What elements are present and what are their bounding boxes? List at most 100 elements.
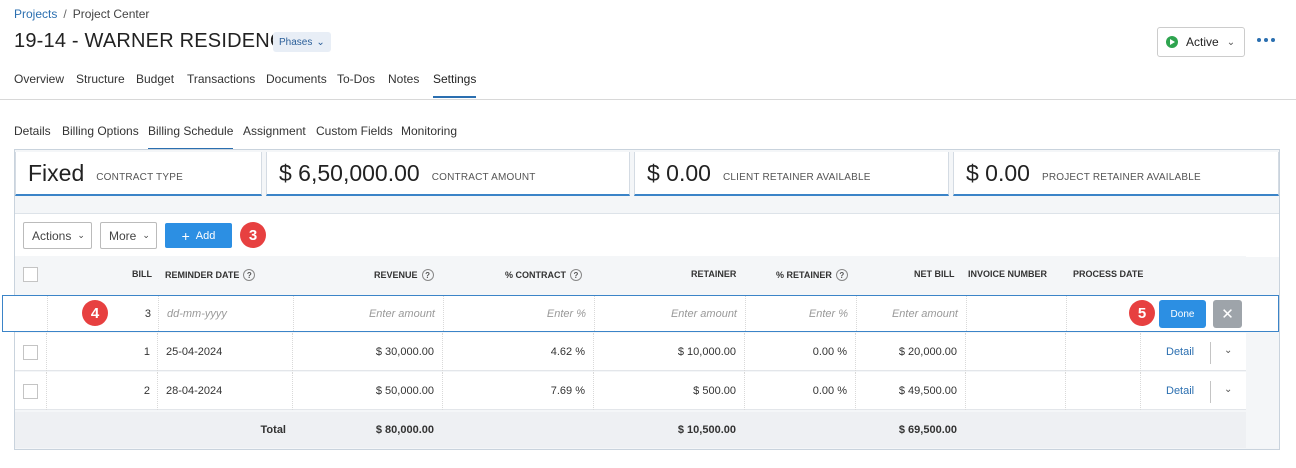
tab-billing-schedule[interactable]: Billing Schedule	[148, 124, 234, 150]
step-badge-row: 4	[82, 300, 108, 326]
pct-retainer-input[interactable]: Enter %	[751, 296, 848, 331]
pct-retainer: 0.00 %	[812, 346, 847, 358]
chevron-down-icon: ⌄	[77, 230, 85, 240]
net-bill-input[interactable]: Enter amount	[862, 296, 958, 331]
edit-bill-number: 3	[144, 307, 151, 320]
bill-number: 2	[143, 385, 150, 397]
retainer: $ 10,000.00	[677, 346, 736, 358]
chevron-down-icon: ⌄	[1226, 36, 1236, 48]
total-retainer: $ 10,500.00	[677, 424, 736, 436]
project-retainer-label: PROJECT RETAINER AVAILABLE	[1041, 171, 1201, 183]
new-bill-edit-row: 3 dd-mm-yyyy Enter amount Enter % Enter …	[2, 295, 1279, 332]
pct-contract: 7.69 %	[550, 385, 585, 397]
total-revenue: $ 80,000.00	[375, 424, 434, 436]
tab-transactions[interactable]: Transactions	[187, 72, 255, 96]
contract-type-value: Fixed	[28, 159, 85, 186]
detail-link[interactable]: Detail	[1166, 333, 1194, 371]
revenue-input[interactable]: Enter amount	[299, 296, 435, 331]
more-options-icon[interactable]	[1257, 38, 1275, 42]
total-label: Total	[260, 424, 286, 436]
done-button[interactable]: Done	[1159, 300, 1206, 328]
col-revenue: REVENUE?	[374, 269, 434, 281]
step-badge-add: 3	[240, 222, 266, 248]
main-tabs: Overview Structure Budget Transactions D…	[0, 64, 1296, 100]
more-label: More	[109, 228, 137, 243]
col-net-bill: NET BILL	[914, 269, 955, 279]
contract-type-label: CONTRACT TYPE	[96, 171, 183, 183]
pct-retainer: 0.00 %	[812, 385, 847, 397]
reminder-date-input[interactable]: dd-mm-yyyy	[167, 296, 287, 331]
tab-budget[interactable]: Budget	[136, 72, 174, 96]
retainer: $ 500.00	[693, 385, 736, 397]
help-icon[interactable]: ?	[570, 269, 582, 281]
more-dropdown[interactable]: More ⌄	[100, 222, 157, 249]
contract-type-card: Fixed CONTRACT TYPE	[15, 152, 262, 196]
totals-row: Total $ 80,000.00 $ 10,500.00 $ 69,500.0…	[15, 412, 1246, 448]
detail-link[interactable]: Detail	[1166, 372, 1194, 410]
tab-custom-fields[interactable]: Custom Fields	[316, 124, 393, 148]
col-retainer: RETAINER	[691, 269, 737, 279]
project-retainer-card: $ 0.00 PROJECT RETAINER AVAILABLE	[953, 152, 1279, 196]
tab-to-dos[interactable]: To-Dos	[337, 72, 375, 96]
pct-contract-input[interactable]: Enter %	[449, 296, 586, 331]
tab-structure[interactable]: Structure	[76, 72, 125, 96]
help-icon[interactable]: ?	[243, 269, 256, 281]
breadcrumb-current: Project Center	[72, 7, 150, 21]
status-dropdown[interactable]: Active ⌄	[1157, 27, 1245, 57]
settings-sub-tabs: Details Billing Options Billing Schedule…	[0, 116, 1296, 150]
contract-amount-value: $ 6,50,000.00	[279, 159, 420, 186]
breadcrumb-projects-link[interactable]: Projects	[14, 7, 57, 21]
col-pct-contract: % CONTRACT?	[505, 269, 582, 281]
select-all-checkbox[interactable]	[23, 267, 38, 282]
breadcrumb: Projects / Project Center	[14, 7, 149, 21]
add-label: Add	[195, 229, 216, 242]
tab-documents[interactable]: Documents	[266, 72, 327, 96]
tab-notes[interactable]: Notes	[388, 72, 419, 96]
tab-overview[interactable]: Overview	[14, 72, 64, 96]
client-retainer-value: $ 0.00	[647, 159, 711, 186]
help-icon[interactable]: ?	[835, 269, 848, 281]
revenue: $ 30,000.00	[375, 346, 434, 358]
project-retainer-value: $ 0.00	[966, 159, 1030, 186]
add-button[interactable]: + Add	[165, 223, 232, 248]
revenue: $ 50,000.00	[375, 385, 434, 397]
table-row: 1 25-04-2024 $ 30,000.00 4.62 % $ 10,000…	[15, 333, 1246, 371]
chevron-down-icon: ⌄	[142, 230, 150, 240]
table-toolbar: Actions ⌄ More ⌄ + Add	[15, 213, 1279, 257]
play-icon	[1166, 36, 1178, 48]
status-label: Active	[1186, 35, 1219, 49]
chevron-down-icon[interactable]: ⌄	[1224, 345, 1232, 356]
pct-contract: 4.62 %	[550, 346, 585, 358]
retainer-input[interactable]: Enter amount	[600, 296, 737, 331]
contract-amount-card: $ 6,50,000.00 CONTRACT AMOUNT	[266, 152, 630, 196]
tab-settings[interactable]: Settings	[433, 72, 477, 98]
phases-dropdown[interactable]: Phases ⌄	[273, 32, 331, 52]
col-process-date: PROCESS DATE	[1073, 269, 1144, 279]
tab-monitoring[interactable]: Monitoring	[401, 124, 457, 148]
contract-amount-label: CONTRACT AMOUNT	[431, 171, 536, 183]
help-icon[interactable]: ?	[421, 269, 434, 281]
net-bill: $ 20,000.00	[898, 346, 957, 358]
page-title: 19-14 - WARNER RESIDENCE	[14, 30, 299, 52]
plus-icon: +	[181, 227, 190, 244]
close-icon: ✕	[1221, 306, 1234, 323]
col-invoice-number: INVOICE NUMBER	[968, 269, 1048, 279]
breadcrumb-separator: /	[63, 7, 67, 21]
tab-billing-options[interactable]: Billing Options	[62, 124, 139, 148]
tab-assignment[interactable]: Assignment	[243, 124, 306, 148]
actions-dropdown[interactable]: Actions ⌄	[23, 222, 92, 249]
chevron-down-icon: ⌄	[316, 36, 325, 48]
chevron-down-icon[interactable]: ⌄	[1224, 384, 1232, 395]
phases-label: Phases	[279, 36, 313, 48]
table-row: 2 28-04-2024 $ 50,000.00 7.69 % $ 500.00…	[15, 372, 1246, 410]
tab-details[interactable]: Details	[14, 124, 51, 148]
row-checkbox[interactable]	[23, 384, 38, 399]
row-checkbox[interactable]	[23, 345, 38, 360]
step-badge-done: 5	[1129, 300, 1155, 326]
col-pct-retainer: % RETAINER?	[776, 269, 848, 281]
total-net-bill: $ 69,500.00	[898, 424, 957, 436]
col-reminder-date: REMINDER DATE?	[165, 269, 256, 281]
client-retainer-card: $ 0.00 CLIENT RETAINER AVAILABLE	[634, 152, 949, 196]
net-bill: $ 49,500.00	[898, 385, 957, 397]
cancel-button[interactable]: ✕	[1213, 300, 1242, 328]
